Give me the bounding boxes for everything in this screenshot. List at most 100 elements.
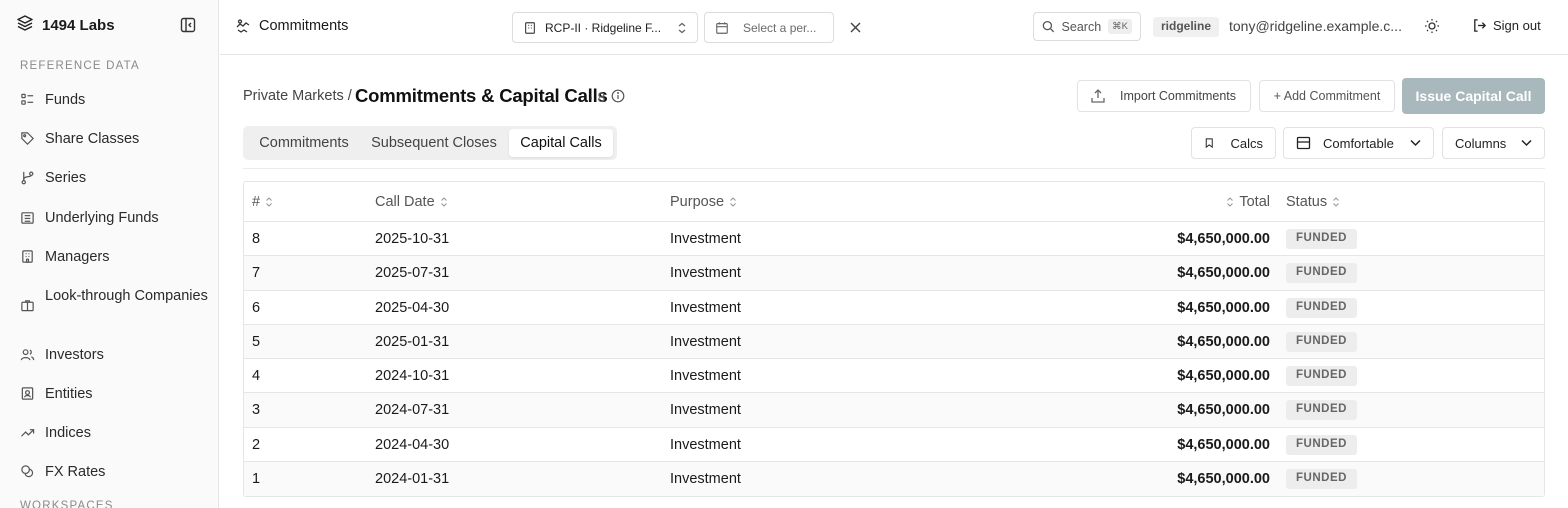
status-badge: FUNDED <box>1286 434 1357 455</box>
cell-purpose: Investment <box>670 265 741 282</box>
sort-icon <box>730 197 736 207</box>
upload-icon <box>1091 89 1105 103</box>
cell-total: $4,650,000.00 <box>1177 402 1270 419</box>
sidebar-toggle-button[interactable] <box>179 16 197 34</box>
building-icon <box>525 21 535 34</box>
tab-capital-calls[interactable]: Capital Calls <box>509 129 613 157</box>
bookmark-icon <box>1205 138 1213 149</box>
table-header: # Call Date Purpose Total Status <box>244 182 1544 222</box>
sidebar-item-share-classes[interactable]: Share Classes <box>20 129 210 149</box>
search-label: Search <box>1061 19 1102 34</box>
period-select[interactable]: Select a per... <box>704 12 834 43</box>
sidebar-item-label: Share Classes <box>45 131 140 147</box>
cell-call-date: 2024-01-31 <box>375 471 450 488</box>
sidebar-item-fx-rates[interactable]: FX Rates <box>20 462 210 482</box>
sidebar-item-label: Investors <box>45 347 104 363</box>
status-badge: FUNDED <box>1286 469 1357 490</box>
sort-icon <box>1227 197 1234 207</box>
column-header-call-date[interactable]: Call Date <box>375 194 448 210</box>
column-header-purpose[interactable]: Purpose <box>670 194 737 210</box>
calendar-icon <box>716 21 728 34</box>
brand[interactable]: 1494 Labs <box>16 14 115 37</box>
table-row[interactable]: 8 2025-10-31 Investment $4,650,000.00 FU… <box>244 222 1544 257</box>
cell-number: 1 <box>252 471 261 488</box>
sidebar-item-look-through-companies[interactable]: Look-through Companies <box>20 286 210 313</box>
table-row[interactable]: 3 2024-07-31 Investment $4,650,000.00 FU… <box>244 393 1544 428</box>
cell-call-date: 2025-10-31 <box>375 231 450 247</box>
commitments-icon <box>236 19 250 33</box>
sidebar-item-label: Underlying Funds <box>45 210 159 226</box>
trend-icon <box>20 429 35 437</box>
sign-out-label: Sign out <box>1493 18 1541 33</box>
import-commitments-label: Import Commitments <box>1120 89 1236 103</box>
calcs-label: Calcs <box>1230 135 1263 151</box>
cell-total: $4,650,000.00 <box>1177 368 1270 385</box>
issue-capital-call-button[interactable]: Issue Capital Call <box>1402 78 1545 114</box>
table-row[interactable]: 4 2024-10-31 Investment $4,650,000.00 FU… <box>244 359 1544 394</box>
column-header-label: Call Date <box>375 194 435 210</box>
cell-number: 6 <box>252 299 261 316</box>
cell-number: 5 <box>252 333 261 350</box>
sidebar-item-entities[interactable]: Entities <box>20 384 210 404</box>
columns-select[interactable]: Columns <box>1442 127 1545 159</box>
sidebar-item-series[interactable]: Series <box>20 168 210 188</box>
table-row[interactable]: 1 2024-01-31 Investment $4,650,000.00 FU… <box>244 462 1544 497</box>
user-email: tony@ridgeline.example.c... <box>1229 18 1402 34</box>
cell-total: $4,650,000.00 <box>1177 436 1270 453</box>
sidebar-item-indices[interactable]: Indices <box>20 423 210 443</box>
column-header-label: Status <box>1286 194 1328 210</box>
cell-call-date: 2024-07-31 <box>375 402 450 419</box>
cell-total: $4,650,000.00 <box>1177 471 1270 488</box>
building-icon <box>22 250 33 263</box>
chevron-down-icon <box>1521 139 1532 147</box>
cell-total: $4,650,000.00 <box>1177 299 1270 316</box>
cell-purpose: Investment <box>670 333 741 350</box>
sidebar-item-label: Look-through Companies <box>45 288 208 304</box>
import-commitments-button[interactable]: Import Commitments <box>1077 80 1251 112</box>
column-header-number[interactable]: # <box>252 194 273 210</box>
table-row[interactable]: 7 2025-07-31 Investment $4,650,000.00 FU… <box>244 256 1544 291</box>
theme-toggle-button[interactable] <box>1424 18 1442 36</box>
column-header-status[interactable]: Status <box>1286 194 1340 210</box>
search-button[interactable]: Search ⌘K <box>1033 12 1141 41</box>
cell-call-date: 2025-07-31 <box>375 265 450 282</box>
cell-purpose: Investment <box>670 299 741 316</box>
sidebar-item-managers[interactable]: Managers <box>20 247 210 267</box>
table-row[interactable]: 5 2025-01-31 Investment $4,650,000.00 FU… <box>244 324 1544 360</box>
sidebar-item-label: Indices <box>45 425 91 441</box>
sign-out-button[interactable]: Sign out <box>1472 18 1541 33</box>
breadcrumb-private-markets[interactable]: Private Markets / <box>243 88 352 104</box>
sidebar-collapse-icon <box>180 17 196 33</box>
column-header-total[interactable]: Total <box>1226 194 1270 210</box>
cell-number: 8 <box>252 231 261 247</box>
add-commitment-button[interactable]: + Add Commitment <box>1259 80 1395 112</box>
cell-total: $4,650,000.00 <box>1177 231 1270 247</box>
sort-icon <box>266 197 272 207</box>
sun-icon <box>1425 19 1439 33</box>
add-commitment-label: + Add Commitment <box>1273 89 1381 103</box>
status-badge: FUNDED <box>1286 366 1357 387</box>
sidebar-item-investors[interactable]: Investors <box>20 345 210 365</box>
layers-icon <box>16 14 34 37</box>
chevron-down-icon <box>1410 139 1421 147</box>
density-select[interactable]: Comfortable <box>1283 127 1434 159</box>
sidebar-item-label: Managers <box>45 249 110 265</box>
cell-number: 2 <box>252 436 261 453</box>
table-row[interactable]: 2 2024-04-30 Investment $4,650,000.00 FU… <box>244 428 1544 463</box>
tab-commitments[interactable]: Commitments <box>247 129 361 157</box>
table-row[interactable]: 6 2025-04-30 Investment $4,650,000.00 FU… <box>244 291 1544 325</box>
chevrons-up-down-icon <box>678 22 686 33</box>
calcs-button[interactable]: Calcs <box>1191 127 1276 159</box>
cell-number: 3 <box>252 402 261 419</box>
columns-select-label: Columns <box>1455 135 1507 151</box>
sidebar-item-underlying-funds[interactable]: Underlying Funds <box>20 208 210 228</box>
clear-filter-button[interactable] <box>847 19 863 35</box>
tag-icon <box>21 132 34 145</box>
tab-subsequent-closes[interactable]: Subsequent Closes <box>361 129 507 157</box>
fund-select[interactable]: RCP-II · Ridgeline F... <box>512 12 698 43</box>
cell-call-date: 2025-01-31 <box>375 333 450 350</box>
info-icon[interactable] <box>611 89 625 103</box>
cell-purpose: Investment <box>670 368 741 385</box>
sort-icon <box>440 197 447 207</box>
sidebar-item-funds[interactable]: Funds <box>20 90 210 110</box>
